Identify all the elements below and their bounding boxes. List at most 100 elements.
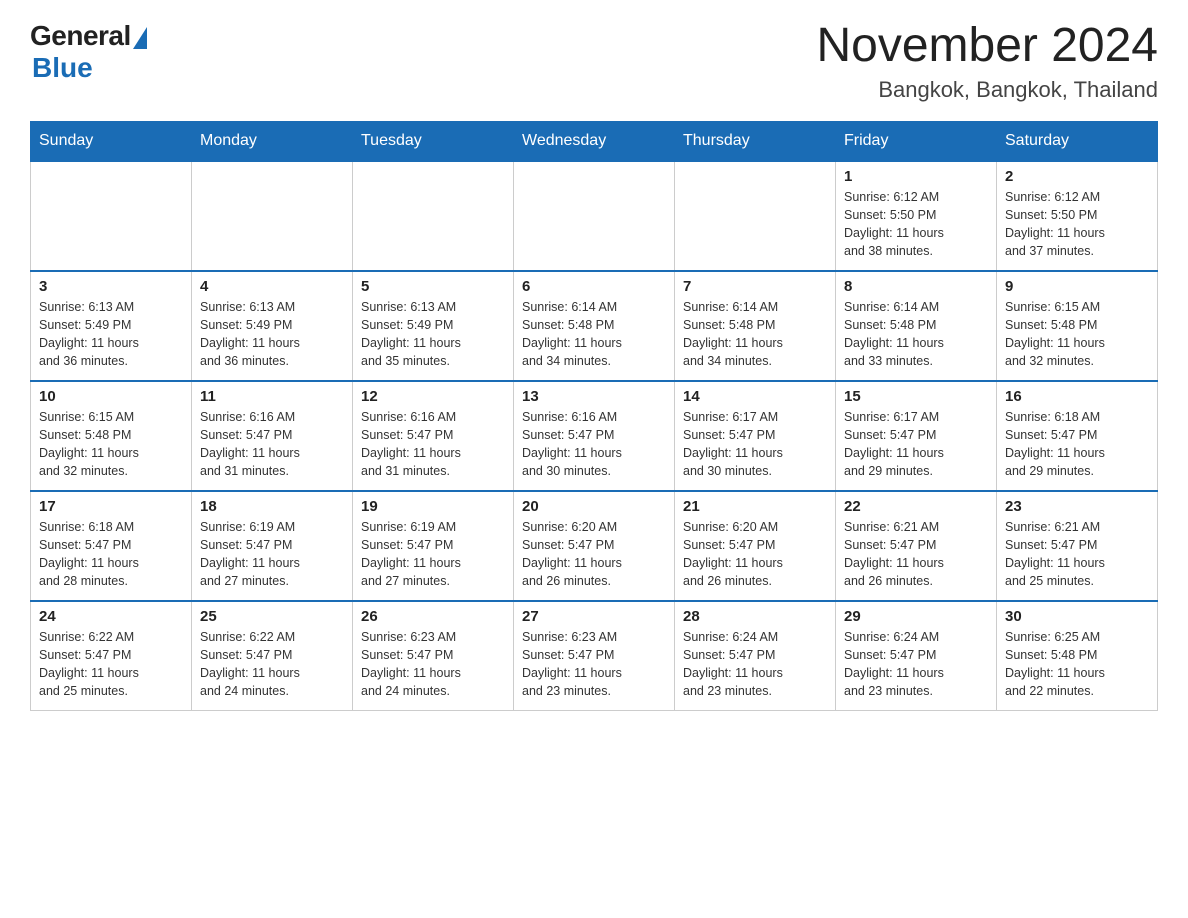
week-row: 24 Sunrise: 6:22 AMSunset: 5:47 PMDayligh… [31, 601, 1158, 711]
day-number: 3 [39, 278, 183, 295]
calendar-cell: 12 Sunrise: 6:16 AMSunset: 5:47 PMDayligh… [353, 381, 514, 491]
weekday-header: Tuesday [353, 121, 514, 161]
week-row: 10 Sunrise: 6:15 AMSunset: 5:48 PMDayligh… [31, 381, 1158, 491]
day-number: 4 [200, 278, 344, 295]
day-info: Sunrise: 6:18 AMSunset: 5:47 PMDaylight:… [39, 518, 183, 591]
day-number: 10 [39, 388, 183, 405]
day-number: 2 [1005, 168, 1149, 185]
day-number: 1 [844, 168, 988, 185]
day-number: 24 [39, 608, 183, 625]
calendar-header-row: SundayMondayTuesdayWednesdayThursdayFrid… [31, 121, 1158, 161]
calendar-cell: 11 Sunrise: 6:16 AMSunset: 5:47 PMDayligh… [192, 381, 353, 491]
day-number: 22 [844, 498, 988, 515]
day-info: Sunrise: 6:23 AMSunset: 5:47 PMDaylight:… [522, 628, 666, 701]
day-number: 30 [1005, 608, 1149, 625]
page-header: General Blue November 2024 Bangkok, Bang… [30, 20, 1158, 103]
day-number: 17 [39, 498, 183, 515]
day-number: 18 [200, 498, 344, 515]
day-number: 29 [844, 608, 988, 625]
weekday-header: Saturday [997, 121, 1158, 161]
day-info: Sunrise: 6:19 AMSunset: 5:47 PMDaylight:… [200, 518, 344, 591]
weekday-header: Monday [192, 121, 353, 161]
day-info: Sunrise: 6:23 AMSunset: 5:47 PMDaylight:… [361, 628, 505, 701]
day-info: Sunrise: 6:12 AMSunset: 5:50 PMDaylight:… [1005, 188, 1149, 261]
calendar-cell: 29Sunrise: 6:24 AMSunset: 5:47 PMDayligh… [836, 601, 997, 711]
calendar-cell: 7 Sunrise: 6:14 AMSunset: 5:48 PMDaylight… [675, 271, 836, 381]
day-number: 11 [200, 388, 344, 405]
weekday-header: Friday [836, 121, 997, 161]
day-info: Sunrise: 6:21 AMSunset: 5:47 PMDaylight:… [844, 518, 988, 591]
calendar-cell: 24 Sunrise: 6:22 AMSunset: 5:47 PMDayligh… [31, 601, 192, 711]
logo-triangle-icon [133, 27, 147, 49]
logo: General Blue [30, 20, 147, 84]
day-info: Sunrise: 6:17 AMSunset: 5:47 PMDaylight:… [844, 408, 988, 481]
day-info: Sunrise: 6:20 AMSunset: 5:47 PMDaylight:… [522, 518, 666, 591]
calendar-cell: 25 Sunrise: 6:22 AMSunset: 5:47 PMDayligh… [192, 601, 353, 711]
week-row: 17 Sunrise: 6:18 AMSunset: 5:47 PMDayligh… [31, 491, 1158, 601]
calendar-cell [353, 161, 514, 271]
day-number: 25 [200, 608, 344, 625]
day-number: 13 [522, 388, 666, 405]
calendar-cell [514, 161, 675, 271]
day-info: Sunrise: 6:18 AMSunset: 5:47 PMDaylight:… [1005, 408, 1149, 481]
day-number: 7 [683, 278, 827, 295]
calendar-cell: 26 Sunrise: 6:23 AMSunset: 5:47 PMDayligh… [353, 601, 514, 711]
calendar-cell: 17 Sunrise: 6:18 AMSunset: 5:47 PMDayligh… [31, 491, 192, 601]
day-number: 14 [683, 388, 827, 405]
week-row: 1 Sunrise: 6:12 AMSunset: 5:50 PMDaylight… [31, 161, 1158, 271]
calendar-cell [192, 161, 353, 271]
day-info: Sunrise: 6:21 AMSunset: 5:47 PMDaylight:… [1005, 518, 1149, 591]
calendar-cell: 14Sunrise: 6:17 AMSunset: 5:47 PMDayligh… [675, 381, 836, 491]
day-info: Sunrise: 6:12 AMSunset: 5:50 PMDaylight:… [844, 188, 988, 261]
calendar-table: SundayMondayTuesdayWednesdayThursdayFrid… [30, 121, 1158, 712]
calendar-cell [31, 161, 192, 271]
day-number: 28 [683, 608, 827, 625]
calendar-cell: 2 Sunrise: 6:12 AMSunset: 5:50 PMDaylight… [997, 161, 1158, 271]
calendar-cell: 5Sunrise: 6:13 AMSunset: 5:49 PMDaylight… [353, 271, 514, 381]
calendar-cell: 6Sunrise: 6:14 AMSunset: 5:48 PMDaylight… [514, 271, 675, 381]
day-info: Sunrise: 6:16 AMSunset: 5:47 PMDaylight:… [522, 408, 666, 481]
weekday-header: Thursday [675, 121, 836, 161]
title-section: November 2024 Bangkok, Bangkok, Thailand [816, 20, 1158, 103]
day-number: 21 [683, 498, 827, 515]
day-number: 27 [522, 608, 666, 625]
day-info: Sunrise: 6:20 AMSunset: 5:47 PMDaylight:… [683, 518, 827, 591]
day-number: 26 [361, 608, 505, 625]
day-number: 19 [361, 498, 505, 515]
calendar-cell: 15 Sunrise: 6:17 AMSunset: 5:47 PMDayligh… [836, 381, 997, 491]
day-info: Sunrise: 6:22 AMSunset: 5:47 PMDaylight:… [39, 628, 183, 701]
day-info: Sunrise: 6:16 AMSunset: 5:47 PMDaylight:… [361, 408, 505, 481]
calendar-cell: 4Sunrise: 6:13 AMSunset: 5:49 PMDaylight… [192, 271, 353, 381]
day-info: Sunrise: 6:15 AMSunset: 5:48 PMDaylight:… [39, 408, 183, 481]
weekday-header: Sunday [31, 121, 192, 161]
logo-blue-text: Blue [32, 52, 93, 84]
calendar-cell [675, 161, 836, 271]
calendar-cell: 30Sunrise: 6:25 AMSunset: 5:48 PMDayligh… [997, 601, 1158, 711]
calendar-cell: 10 Sunrise: 6:15 AMSunset: 5:48 PMDayligh… [31, 381, 192, 491]
calendar-cell: 23 Sunrise: 6:21 AMSunset: 5:47 PMDayligh… [997, 491, 1158, 601]
day-number: 9 [1005, 278, 1149, 295]
day-number: 15 [844, 388, 988, 405]
day-info: Sunrise: 6:19 AMSunset: 5:47 PMDaylight:… [361, 518, 505, 591]
logo-general-text: General [30, 20, 131, 52]
day-number: 8 [844, 278, 988, 295]
day-info: Sunrise: 6:14 AMSunset: 5:48 PMDaylight:… [522, 298, 666, 371]
day-info: Sunrise: 6:14 AMSunset: 5:48 PMDaylight:… [683, 298, 827, 371]
day-number: 12 [361, 388, 505, 405]
day-info: Sunrise: 6:14 AMSunset: 5:48 PMDaylight:… [844, 298, 988, 371]
week-row: 3 Sunrise: 6:13 AMSunset: 5:49 PMDaylight… [31, 271, 1158, 381]
day-info: Sunrise: 6:22 AMSunset: 5:47 PMDaylight:… [200, 628, 344, 701]
month-year-title: November 2024 [816, 20, 1158, 73]
day-info: Sunrise: 6:16 AMSunset: 5:47 PMDaylight:… [200, 408, 344, 481]
day-number: 23 [1005, 498, 1149, 515]
day-number: 20 [522, 498, 666, 515]
location-subtitle: Bangkok, Bangkok, Thailand [816, 77, 1158, 103]
calendar-cell: 22 Sunrise: 6:21 AMSunset: 5:47 PMDayligh… [836, 491, 997, 601]
day-info: Sunrise: 6:13 AMSunset: 5:49 PMDaylight:… [39, 298, 183, 371]
day-info: Sunrise: 6:24 AMSunset: 5:47 PMDaylight:… [683, 628, 827, 701]
calendar-cell: 3 Sunrise: 6:13 AMSunset: 5:49 PMDaylight… [31, 271, 192, 381]
calendar-cell: 20 Sunrise: 6:20 AMSunset: 5:47 PMDayligh… [514, 491, 675, 601]
calendar-cell: 8 Sunrise: 6:14 AMSunset: 5:48 PMDaylight… [836, 271, 997, 381]
calendar-cell: 21 Sunrise: 6:20 AMSunset: 5:47 PMDayligh… [675, 491, 836, 601]
day-number: 16 [1005, 388, 1149, 405]
